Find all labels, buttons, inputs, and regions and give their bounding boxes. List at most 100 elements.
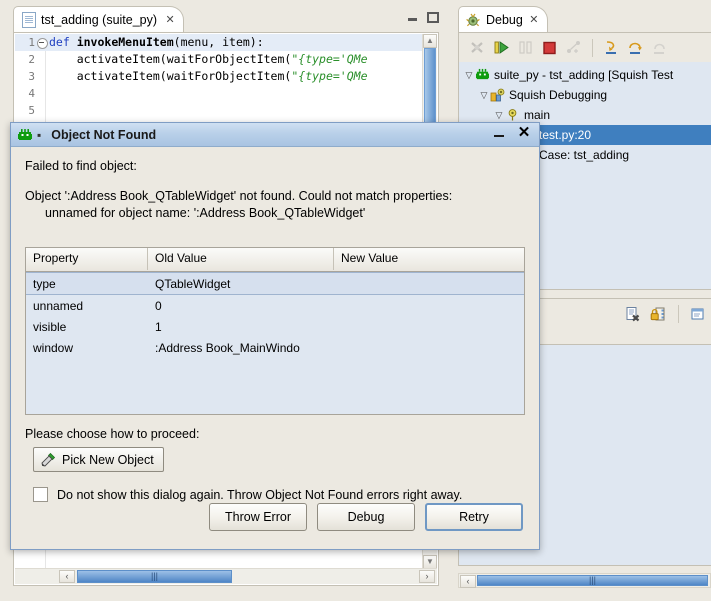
code-line[interactable]: 4 [15, 85, 437, 102]
line-number: 4 [15, 85, 35, 102]
cell-property: window [26, 341, 148, 355]
column-header[interactable]: Property [26, 248, 148, 270]
scroll-up-icon[interactable]: ▲ [423, 34, 437, 48]
code-line[interactable]: 5 [15, 102, 437, 119]
cell-old-value: 0 [148, 299, 334, 313]
suppress-dialog-label: Do not show this dialog again. Throw Obj… [57, 488, 462, 502]
minimize-icon[interactable] [493, 126, 505, 140]
pick-new-object-label: Pick New Object [62, 453, 154, 467]
cell-old-value: 1 [148, 320, 334, 334]
property-table-header: PropertyOld ValueNew Value [26, 248, 524, 272]
step-over-icon[interactable] [627, 39, 644, 56]
clear-console-icon[interactable] [625, 306, 642, 323]
debug-toolbar [459, 33, 711, 63]
editor-hscroll-thumb[interactable]: ||| [77, 570, 232, 583]
scroll-left-icon[interactable]: ‹ [59, 570, 75, 583]
code-text: def invokeMenuItem(menu, item): [49, 34, 264, 51]
editor-horizontal-scrollbar[interactable]: ‹ ||| › [15, 568, 437, 584]
debug-tree-item-label: suite_py - tst_adding [Squish Test [494, 68, 673, 82]
console-horizontal-scrollbar[interactable]: ‹ ||| [458, 573, 711, 588]
editor-tab-tst-adding[interactable]: tst_adding (suite_py) ✕ [13, 6, 184, 33]
toolbar-separator [678, 305, 679, 323]
maximize-icon[interactable] [427, 12, 439, 23]
property-table[interactable]: PropertyOld ValueNew Value typeQTableWid… [25, 247, 525, 415]
line-number: 2 [15, 51, 35, 68]
code-text: activateItem(waitForObjectItem("{type='Q… [49, 68, 368, 85]
suppress-dialog-row[interactable]: Do not show this dialog again. Throw Obj… [33, 487, 462, 502]
dialog-message-heading: Failed to find object: [25, 159, 137, 173]
expand-twisty-icon[interactable]: ▽ [478, 90, 490, 101]
retry-button[interactable]: Retry [425, 503, 523, 531]
dialog-window-controls: ✕ [493, 126, 531, 140]
debug-button[interactable]: Debug [317, 503, 415, 531]
table-row[interactable]: unnamed0 [26, 295, 524, 316]
squish-green-icon [17, 128, 33, 142]
close-icon[interactable]: ✕ [528, 14, 540, 26]
disconnect-icon [565, 39, 582, 56]
debug-bug-icon [466, 13, 481, 27]
python-file-icon [22, 12, 36, 28]
dialog-message-line1: Object ':Address Book_QTableWidget' not … [25, 189, 452, 203]
line-number: 3 [15, 68, 35, 85]
editor-tab-row: tst_adding (suite_py) ✕ [5, 4, 447, 34]
resume-all-icon[interactable] [469, 39, 486, 56]
step-return-icon [651, 39, 668, 56]
scroll-right-icon[interactable]: › [419, 570, 435, 583]
column-header[interactable]: New Value [334, 248, 524, 270]
step-into-icon[interactable] [603, 39, 620, 56]
tab-debug[interactable]: Debug ✕ [458, 6, 548, 33]
suppress-dialog-checkbox[interactable] [33, 487, 48, 502]
thread-icon [505, 108, 520, 122]
dialog-title-bar[interactable]: ▪ Object Not Found ✕ [11, 123, 539, 147]
resume-icon[interactable] [493, 39, 510, 56]
close-icon[interactable]: ✕ [164, 14, 176, 26]
object-not-found-dialog: ▪ Object Not Found ✕ Failed to find obje… [10, 122, 540, 550]
debug-tree-item-label: test.py:20 [539, 128, 591, 142]
column-header[interactable]: Old Value [148, 248, 334, 270]
terminate-icon[interactable] [541, 39, 558, 56]
dialog-body: Failed to find object: Object ':Address … [11, 147, 539, 549]
debug-tab-label: Debug [486, 13, 523, 27]
squish-launch-icon [475, 68, 490, 82]
close-icon[interactable]: ✕ [517, 126, 531, 140]
table-row[interactable]: typeQTableWidget [26, 272, 524, 295]
code-line[interactable]: 3 activateItem(waitForObjectItem("{type=… [15, 68, 437, 85]
debug-tree-item-label: Case: tst_adding [539, 148, 629, 162]
table-row[interactable]: window:Address Book_MainWindo [26, 337, 524, 358]
cell-property: visible [26, 320, 148, 334]
console-toolbar [625, 305, 707, 323]
code-text: activateItem(waitForObjectItem("{type='Q… [49, 51, 368, 68]
toolbar-separator [592, 39, 593, 57]
line-number: 5 [15, 102, 35, 119]
table-row[interactable]: visible1 [26, 316, 524, 337]
dialog-message-line2: unnamed for object name: ':Address Book_… [25, 205, 525, 222]
lock-scroll-icon[interactable] [650, 306, 667, 323]
dialog-button-bar: Throw Error Debug Retry [209, 503, 523, 531]
scroll-left-icon[interactable]: ‹ [460, 575, 476, 588]
throw-error-button[interactable]: Throw Error [209, 503, 307, 531]
expand-twisty-icon[interactable]: ▽ [463, 70, 475, 81]
code-line[interactable]: 2 activateItem(waitForObjectItem("{type=… [15, 51, 437, 68]
display-selected-console-icon[interactable] [690, 306, 707, 323]
pick-new-object-button[interactable]: Pick New Object [33, 447, 164, 472]
squish-debug-icon [490, 88, 505, 102]
debug-tree-item[interactable]: ▽ Squish Debugging [459, 85, 711, 105]
console-hscroll-thumb[interactable]: ||| [477, 575, 708, 586]
choose-label: Please choose how to proceed: [25, 427, 199, 441]
scroll-down-icon[interactable]: ▼ [423, 555, 437, 569]
fold-collapse-icon[interactable] [37, 38, 48, 49]
suspend-icon [517, 39, 534, 56]
code-line[interactable]: 1 def invokeMenuItem(menu, item): [15, 34, 437, 51]
dialog-message-detail: Object ':Address Book_QTableWidget' not … [25, 188, 525, 222]
line-number: 1 [15, 34, 35, 51]
property-table-body[interactable]: typeQTableWidgetunnamed0visible1window:A… [26, 272, 524, 358]
minimize-icon[interactable] [407, 12, 418, 23]
cell-property: type [26, 277, 148, 291]
debug-tree-item-label: main [524, 108, 550, 122]
cell-old-value: QTableWidget [148, 277, 334, 291]
dialog-title: Object Not Found [51, 128, 156, 142]
cell-old-value: :Address Book_MainWindo [148, 341, 334, 355]
debug-tree-item[interactable]: ▽ suite_py - tst_adding [Squish Test [459, 65, 711, 85]
debug-tree-item-label: Squish Debugging [509, 88, 607, 102]
expand-twisty-icon[interactable]: ▽ [493, 110, 505, 121]
